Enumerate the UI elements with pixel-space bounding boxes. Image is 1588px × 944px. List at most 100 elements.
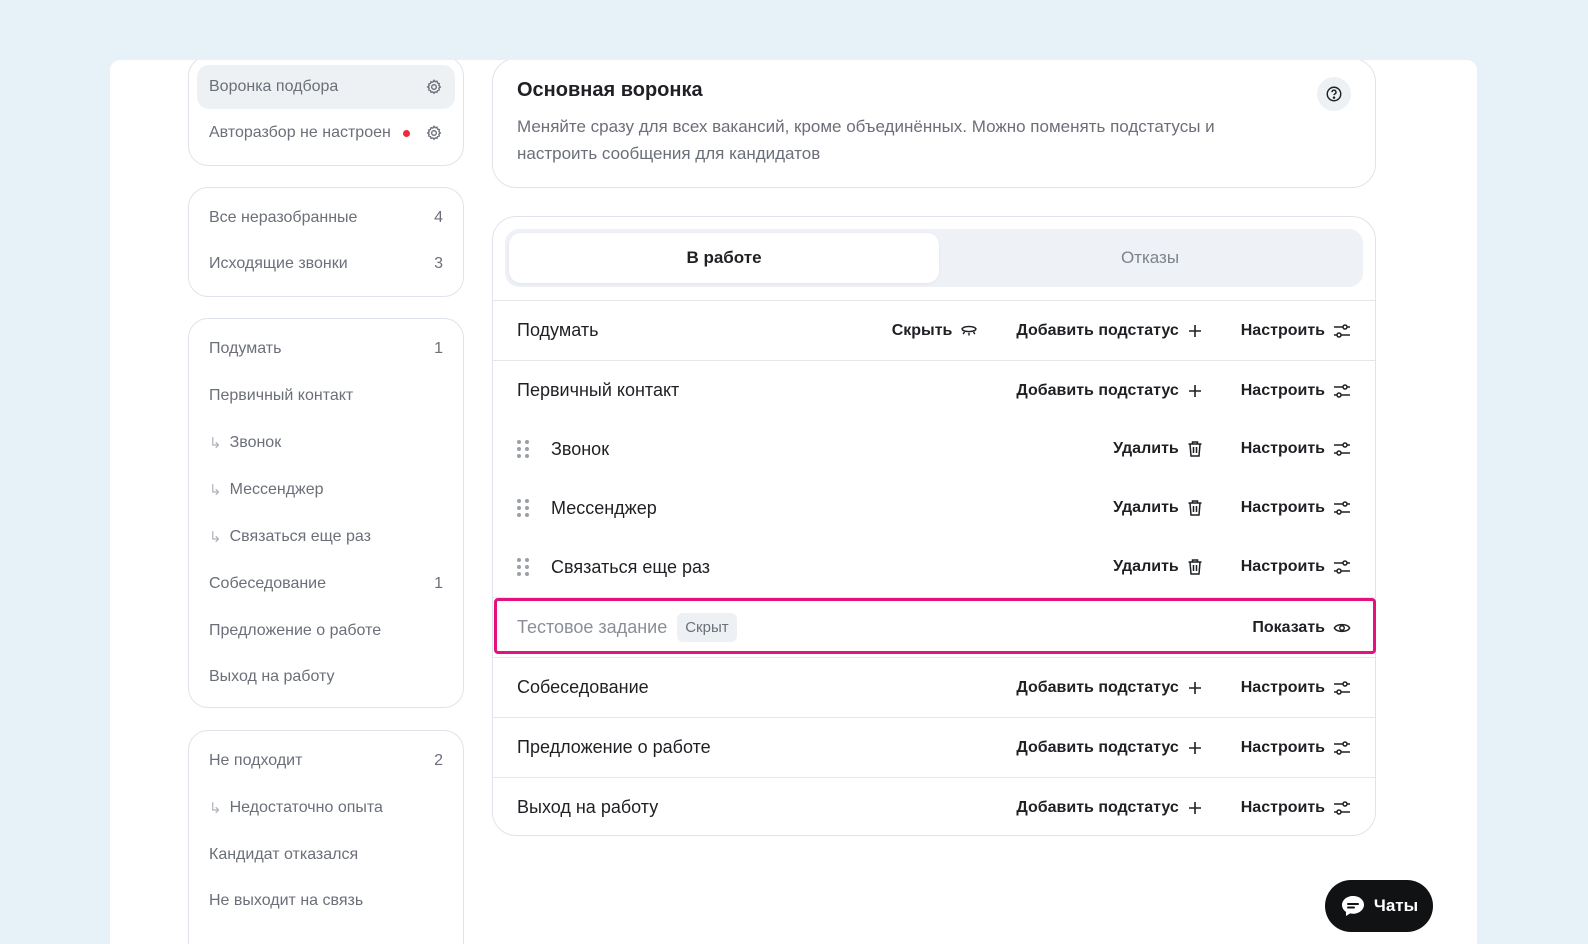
configure-label: Настроить [1240, 381, 1325, 399]
sliders-icon [1334, 800, 1350, 815]
add-substatus-button[interactable]: Добавить подстатус [1016, 382, 1202, 400]
drag-handle-icon[interactable] [517, 440, 529, 458]
hide-label: Скрыть [891, 321, 953, 339]
stage-name: Тестовое задание [517, 617, 668, 637]
add-substatus-button[interactable]: Добавить подстатус [1016, 799, 1202, 817]
sidebar-item-label: Не подходит [209, 752, 303, 769]
hide-button[interactable]: Скрыть [892, 322, 979, 340]
delete-button[interactable]: Удалить [1113, 499, 1203, 517]
tab-in-work[interactable]: В работе [509, 233, 939, 283]
stage-row: Первичный контакт Добавить подстатус Нас… [493, 360, 1375, 420]
sidebar-item-label: Кандидат отказался [209, 846, 359, 863]
sidebar-item-label: Предложение о работе [209, 622, 382, 639]
add-substatus-button[interactable]: Добавить подстатус [1016, 322, 1202, 340]
funnel-description: Меняйте сразу для всех вакансий, кроме о… [517, 117, 1215, 163]
configure-button[interactable]: Настроить [1241, 440, 1351, 458]
show-button[interactable]: Показать [1252, 619, 1351, 637]
sidebar-item-label: Мессенджер [229, 481, 324, 498]
sidebar-work-card: Подумать 1 Первичный контакт ↳ Звонок ↳ … [188, 318, 464, 708]
sidebar-item-label: Воронка подбора [209, 78, 339, 95]
substatus-row: Звонок Удалить Настроить [493, 419, 1375, 479]
sidebar-item-auto-sort[interactable]: Авторазбор не настроен [197, 111, 455, 155]
sidebar-item-count: 1 [434, 575, 443, 592]
sidebar-item-think[interactable]: Подумать 1 [197, 327, 455, 371]
sidebar-item-label: Звонок [229, 434, 282, 451]
stage-name: Выход на работу [517, 797, 659, 817]
substatus-name: Мессенджер [551, 497, 657, 518]
sidebar-item-job-offer[interactable]: Предложение о работе [197, 609, 455, 653]
alert-dot [402, 129, 410, 137]
delete-button[interactable]: Удалить [1113, 558, 1203, 576]
configure-label: Настроить [1240, 678, 1325, 696]
add-substatus-button[interactable]: Добавить подстатус [1016, 739, 1202, 757]
subitem-arrow-icon: ↳ [209, 529, 222, 546]
delete-label: Удалить [1113, 499, 1179, 516]
configure-button[interactable]: Настроить [1241, 799, 1351, 817]
app-frame: Воронка подбора Авторазбор не настроен В… [110, 60, 1477, 944]
sidebar-item-label: Связаться еще раз [229, 528, 371, 545]
drag-handle-icon[interactable] [517, 499, 529, 517]
sidebar-item-interview[interactable]: Собеседование 1 [197, 562, 455, 606]
help-button[interactable] [1317, 77, 1351, 111]
delete-button[interactable]: Удалить [1113, 440, 1203, 458]
hidden-stage-row: Тестовое задание Скрыт Показать [493, 597, 1375, 657]
substatus-name: Звонок [551, 438, 610, 459]
sidebar-item-contact-again[interactable]: ↳ Связаться еще раз [197, 515, 455, 559]
question-icon [1326, 86, 1342, 102]
plus-icon [1188, 681, 1201, 694]
configure-label: Настроить [1240, 321, 1325, 339]
chats-label: Чаты [1373, 896, 1419, 915]
sidebar-item-call[interactable]: ↳ Звонок [197, 421, 455, 465]
sidebar-reject-card: Не подходит 2 ↳ Недостаточно опыта Канди… [188, 730, 464, 944]
drag-handle-icon[interactable] [517, 558, 529, 576]
configure-label: Настроить [1240, 440, 1325, 457]
stage-name: Подумать [517, 320, 599, 340]
configure-button[interactable]: Настроить [1241, 739, 1351, 757]
add-substatus-button[interactable]: Добавить подстатус [1016, 679, 1202, 697]
sidebar-item-funnel[interactable]: Воронка подбора [197, 65, 455, 109]
gear-icon[interactable] [425, 124, 443, 142]
sidebar-item-no-contact[interactable]: Не выходит на связь [197, 879, 455, 923]
stage-row: Собеседование Добавить подстатус Настрои… [493, 657, 1375, 717]
substatus-name: Связаться еще раз [551, 556, 711, 577]
sidebar-item-label: Авторазбор не настроен [209, 124, 391, 141]
funnel-info-card: Основная воронка Меняйте сразу для всех … [492, 60, 1376, 188]
sidebar-item-onboarding[interactable]: Выход на работу [197, 655, 455, 699]
trash-icon [1188, 441, 1202, 457]
sidebar-item-outgoing-calls[interactable]: Исходящие звонки 3 [197, 242, 455, 286]
sidebar-item-not-fit[interactable]: Не подходит 2 [197, 739, 455, 783]
configure-button[interactable]: Настроить [1241, 679, 1351, 697]
tab-rejections[interactable]: Отказы [941, 233, 1359, 283]
subitem-arrow-icon: ↳ [209, 435, 222, 452]
substatus-row: Связаться еще раз Удалить Настроить [493, 537, 1375, 597]
sidebar-item-first-contact[interactable]: Первичный контакт [197, 374, 455, 418]
trash-icon [1188, 559, 1202, 575]
sidebar-item-candidate-declined[interactable]: Кандидат отказался [197, 833, 455, 877]
chat-bubble-icon [1341, 896, 1364, 916]
sidebar-item-label: Исходящие звонки [209, 255, 348, 272]
sidebar-item-no-experience[interactable]: ↳ Недостаточно опыта [197, 786, 455, 830]
configure-button[interactable]: Настроить [1241, 382, 1351, 400]
configure-button[interactable]: Настроить [1241, 322, 1351, 340]
delete-label: Удалить [1113, 558, 1179, 575]
stage-name: Предложение о работе [517, 737, 711, 757]
subitem-arrow-icon: ↳ [209, 482, 222, 499]
stages-card: В работе Отказы Подумать Скрыть Добавить… [492, 216, 1376, 836]
plus-icon [1188, 384, 1201, 397]
configure-button[interactable]: Настроить [1241, 499, 1351, 517]
stage-name: Первичный контакт [517, 380, 680, 400]
eye-icon [1333, 623, 1351, 632]
plus-icon [1188, 324, 1201, 337]
delete-label: Удалить [1113, 440, 1179, 457]
sidebar-item-messenger[interactable]: ↳ Мессенджер [197, 468, 455, 512]
sidebar-item-count: 2 [434, 752, 443, 769]
chats-button[interactable]: Чаты [1325, 880, 1433, 932]
configure-button[interactable]: Настроить [1241, 558, 1351, 576]
page-title: Основная воронка [517, 79, 703, 101]
gear-icon[interactable] [425, 78, 443, 96]
sidebar-item-all-unsorted[interactable]: Все неразобранные 4 [197, 196, 455, 240]
eye-closed-icon [961, 325, 978, 335]
subitem-arrow-icon: ↳ [209, 800, 222, 817]
sliders-icon [1334, 680, 1350, 695]
stage-row: Выход на работу Добавить подстатус Настр… [493, 777, 1375, 835]
